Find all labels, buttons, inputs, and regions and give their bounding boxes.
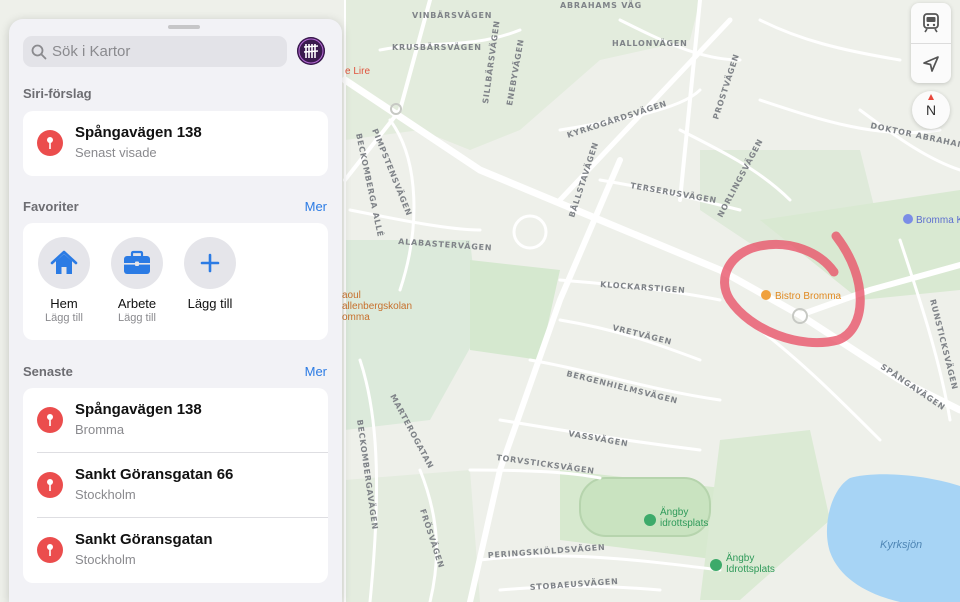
recent-section-title: Senaste [23,364,73,379]
list-item[interactable]: Spångavägen 138 Senast visade [23,111,328,176]
siri-section-title: Siri-förslag [23,86,92,101]
favorite-work[interactable]: Arbete Lägg till [109,237,165,324]
search-icon [31,44,47,59]
list-item[interactable]: Sankt Göransgatan 66 Stockholm [23,453,328,518]
place-icon [903,214,913,224]
search-placeholder: Sök i Kartor [52,43,131,60]
search-field[interactable]: Sök i Kartor [23,36,287,67]
favorite-label: Hem [50,296,78,311]
street-label: ABRAHAMS VÄG [560,0,642,10]
favorite-sublabel: Lägg till [118,312,156,324]
pin-icon [37,407,63,433]
favorite-label: Lägg till [187,296,233,311]
compass-button[interactable]: N [912,91,950,129]
poi-bromma-k-label: Bromma K [916,215,960,226]
avatar[interactable] [297,37,325,65]
list-item-subtitle: Stockholm [75,487,136,502]
list-item-subtitle: Stockholm [75,552,136,567]
sports-icon [644,514,656,526]
sidebar-panel: Sök i Kartor Siri-förslag Spångavägen 13… [9,19,342,602]
map-controls [911,3,951,83]
train-icon [923,13,939,33]
lake-label: Kyrksjön [880,539,922,551]
compass-icon [928,94,934,100]
pin-icon [37,130,63,156]
list-item-title: Sankt Göransgatan [75,531,213,548]
sports-icon [710,559,722,571]
favorite-add[interactable]: Lägg till [182,237,238,312]
house-icon [50,250,78,274]
pin-icon [37,472,63,498]
street-label: HALLONVÄGEN [612,38,688,48]
recent-card: Spångavägen 138 Bromma Sankt Göransgatan… [23,388,328,583]
favorites-more-link[interactable]: Mer [305,199,327,214]
favorite-label: Arbete [117,296,157,311]
profile-icon [297,37,325,65]
drag-handle[interactable] [168,25,200,29]
siri-card: Spångavägen 138 Senast visade [23,111,328,176]
recent-more-link[interactable]: Mer [305,364,327,379]
transit-button[interactable] [911,3,951,43]
location-arrow-icon [923,55,939,72]
favorites-card: Hem Lägg till Arbete Lägg till Lägg till [23,223,328,340]
street-label: VINBÄRSVÄGEN [412,10,492,20]
poi-partial-label: e Lire [345,66,370,77]
list-item-subtitle: Senast visade [75,145,157,160]
favorites-section-title: Favoriter [23,199,79,214]
list-item-subtitle: Bromma [75,422,125,437]
list-item-title: Spångavägen 138 [75,124,202,141]
favorite-home[interactable]: Hem Lägg till [36,237,92,324]
poi-bistro-label: Bistro Bromma [775,291,842,302]
street-label: KRUSBÄRSVÄGEN [392,42,482,52]
location-button[interactable] [911,43,951,83]
list-item-title: Spångavägen 138 [75,401,202,418]
list-item[interactable]: Spångavägen 138 Bromma [23,388,328,453]
list-item[interactable]: Sankt Göransgatan Stockholm [23,518,328,583]
briefcase-icon [124,250,150,274]
pin-icon [37,537,63,563]
list-item-title: Sankt Göransgatan 66 [75,466,234,483]
favorite-sublabel: Lägg till [45,312,83,324]
restaurant-icon [761,290,771,300]
plus-icon [200,253,220,273]
